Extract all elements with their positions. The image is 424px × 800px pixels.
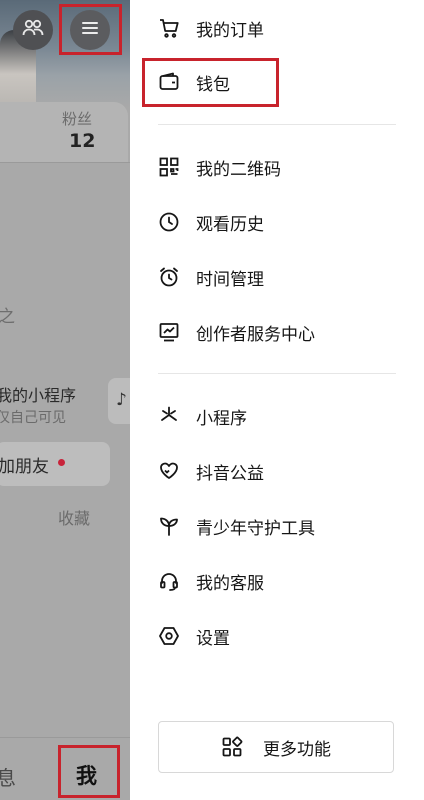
me-tab-highlight bbox=[58, 745, 120, 798]
partial-text: 之 bbox=[0, 307, 15, 327]
menu-item-settings[interactable]: 设置 bbox=[158, 616, 230, 656]
music-note-icon: ♪ bbox=[116, 390, 127, 410]
wallet-highlight bbox=[142, 58, 279, 107]
mini-program-subtitle: 仅自己可见 bbox=[0, 410, 66, 426]
fans-label: 粉丝 bbox=[62, 110, 93, 128]
qr-code-icon bbox=[158, 156, 180, 178]
menu-item-orders[interactable]: 我的订单 bbox=[158, 8, 264, 48]
friends-button[interactable] bbox=[13, 10, 53, 50]
fans-count[interactable]: 12 bbox=[69, 130, 95, 152]
heart-hands-icon bbox=[158, 460, 180, 482]
menu-button-highlight bbox=[59, 4, 122, 55]
mini-program-icon bbox=[158, 405, 180, 427]
more-functions-button[interactable]: 更多功能 bbox=[158, 721, 394, 773]
menu-item-label: 创作者服务中心 bbox=[196, 324, 315, 345]
menu-item-label: 我的二维码 bbox=[196, 159, 281, 180]
headset-icon bbox=[158, 570, 180, 592]
profile-page-overlay[interactable]: 粉丝 12 之 我的小程序 仅自己可见 ♪ 加朋友 收藏 息 我 bbox=[0, 0, 130, 800]
menu-item-label: 时间管理 bbox=[196, 269, 264, 290]
menu-item-watch-history[interactable]: 观看历史 bbox=[158, 202, 264, 242]
sprout-icon bbox=[158, 515, 180, 537]
menu-item-mini-programs[interactable]: 小程序 bbox=[158, 396, 247, 436]
bottom-tab-inbox[interactable]: 息 bbox=[0, 762, 16, 791]
section-divider bbox=[158, 124, 396, 125]
menu-item-label: 我的客服 bbox=[196, 573, 264, 594]
menu-item-label: 观看历史 bbox=[196, 214, 264, 235]
cart-icon bbox=[158, 17, 180, 39]
clock-icon bbox=[158, 211, 180, 233]
menu-item-customer-service[interactable]: 我的客服 bbox=[158, 561, 264, 601]
section-divider bbox=[158, 373, 396, 374]
settings-icon bbox=[158, 625, 180, 647]
mini-program-title[interactable]: 我的小程序 bbox=[0, 382, 76, 406]
menu-item-label: 小程序 bbox=[196, 408, 247, 429]
side-drawer: 我的订单 钱包 我的二维码 观看历史 时间管理 创作者服务中心 小程序 抖音公益… bbox=[130, 0, 424, 800]
menu-item-qr-code[interactable]: 我的二维码 bbox=[158, 147, 281, 187]
menu-item-label: 青少年守护工具 bbox=[196, 518, 315, 539]
more-functions-label: 更多功能 bbox=[263, 739, 331, 760]
divider bbox=[0, 162, 130, 163]
chart-monitor-icon bbox=[158, 321, 180, 343]
menu-item-time-management[interactable]: 时间管理 bbox=[158, 257, 264, 297]
tab-collect[interactable]: 收藏 bbox=[58, 505, 90, 529]
menu-item-charity[interactable]: 抖音公益 bbox=[158, 451, 264, 491]
alarm-clock-icon bbox=[158, 266, 180, 288]
add-friend-label: 加朋友 bbox=[0, 457, 49, 477]
notification-dot bbox=[58, 459, 65, 466]
menu-item-label: 我的订单 bbox=[196, 20, 264, 41]
menu-item-creator-center[interactable]: 创作者服务中心 bbox=[158, 312, 315, 352]
friends-icon bbox=[22, 18, 44, 42]
menu-item-label: 设置 bbox=[196, 628, 230, 649]
bottom-bar-divider bbox=[0, 737, 130, 738]
menu-item-label: 抖音公益 bbox=[196, 463, 264, 484]
grid-apps-icon bbox=[221, 736, 243, 758]
menu-item-youth-guard[interactable]: 青少年守护工具 bbox=[158, 506, 315, 546]
